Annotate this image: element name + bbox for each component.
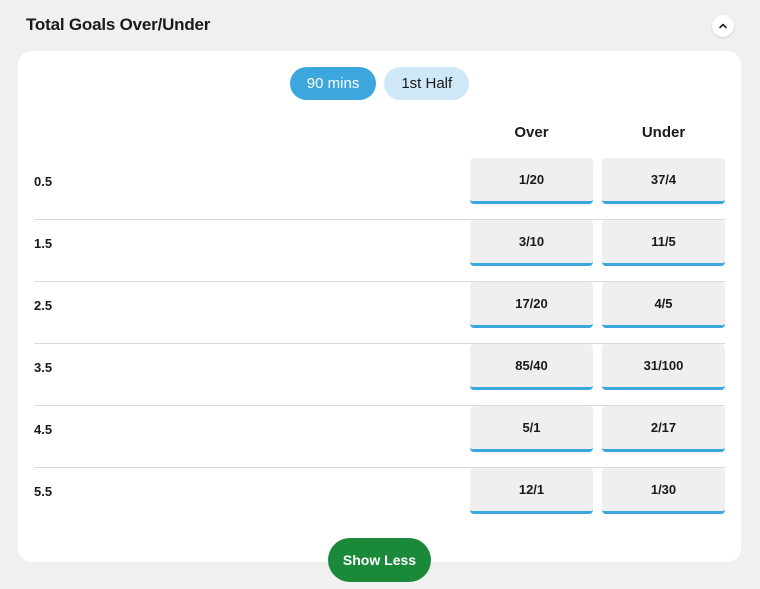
market-card: 90 mins 1st Half Over Under 0.5 1/20 37/… <box>18 51 741 562</box>
market-title: Total Goals Over/Under <box>26 15 211 34</box>
market-header: Total Goals Over/Under <box>0 0 760 52</box>
odds-row: 2.5 17/20 4/5 <box>34 282 725 344</box>
period-tabs: 90 mins 1st Half <box>18 67 741 100</box>
column-header-under: Under <box>641 124 686 141</box>
under-odds-button[interactable]: 4/5 <box>602 282 725 328</box>
line-label: 3.5 <box>34 360 53 375</box>
odds-row: 5.5 12/1 1/30 <box>34 468 725 530</box>
collapse-button[interactable] <box>712 15 734 37</box>
over-odds-button[interactable]: 17/20 <box>470 282 593 328</box>
over-odds-button[interactable]: 1/20 <box>470 158 593 204</box>
over-odds-button[interactable]: 85/40 <box>470 344 593 390</box>
show-less-button[interactable]: Show Less <box>328 538 431 582</box>
under-odds-button[interactable]: 1/30 <box>602 468 725 514</box>
under-odds-button[interactable]: 2/17 <box>602 406 725 452</box>
over-odds-button[interactable]: 12/1 <box>470 468 593 514</box>
line-label: 4.5 <box>34 422 53 437</box>
odds-table: 0.5 1/20 37/4 1.5 3/10 11/5 2.5 17/20 4/… <box>34 158 725 530</box>
tab-1st-half[interactable]: 1st Half <box>384 67 470 100</box>
line-label: 1.5 <box>34 236 53 251</box>
column-header-over: Over <box>514 124 549 141</box>
under-odds-button[interactable]: 31/100 <box>602 344 725 390</box>
line-label: 2.5 <box>34 298 53 313</box>
line-label: 0.5 <box>34 174 53 189</box>
chevron-up-icon <box>719 23 727 29</box>
odds-row: 4.5 5/1 2/17 <box>34 406 725 468</box>
under-odds-button[interactable]: 11/5 <box>602 220 725 266</box>
odds-row: 3.5 85/40 31/100 <box>34 344 725 406</box>
odds-row: 0.5 1/20 37/4 <box>34 158 725 220</box>
over-odds-button[interactable]: 5/1 <box>470 406 593 452</box>
odds-row: 1.5 3/10 11/5 <box>34 220 725 282</box>
tab-90-mins[interactable]: 90 mins <box>289 67 377 100</box>
line-label: 5.5 <box>34 484 53 499</box>
under-odds-button[interactable]: 37/4 <box>602 158 725 204</box>
over-odds-button[interactable]: 3/10 <box>470 220 593 266</box>
